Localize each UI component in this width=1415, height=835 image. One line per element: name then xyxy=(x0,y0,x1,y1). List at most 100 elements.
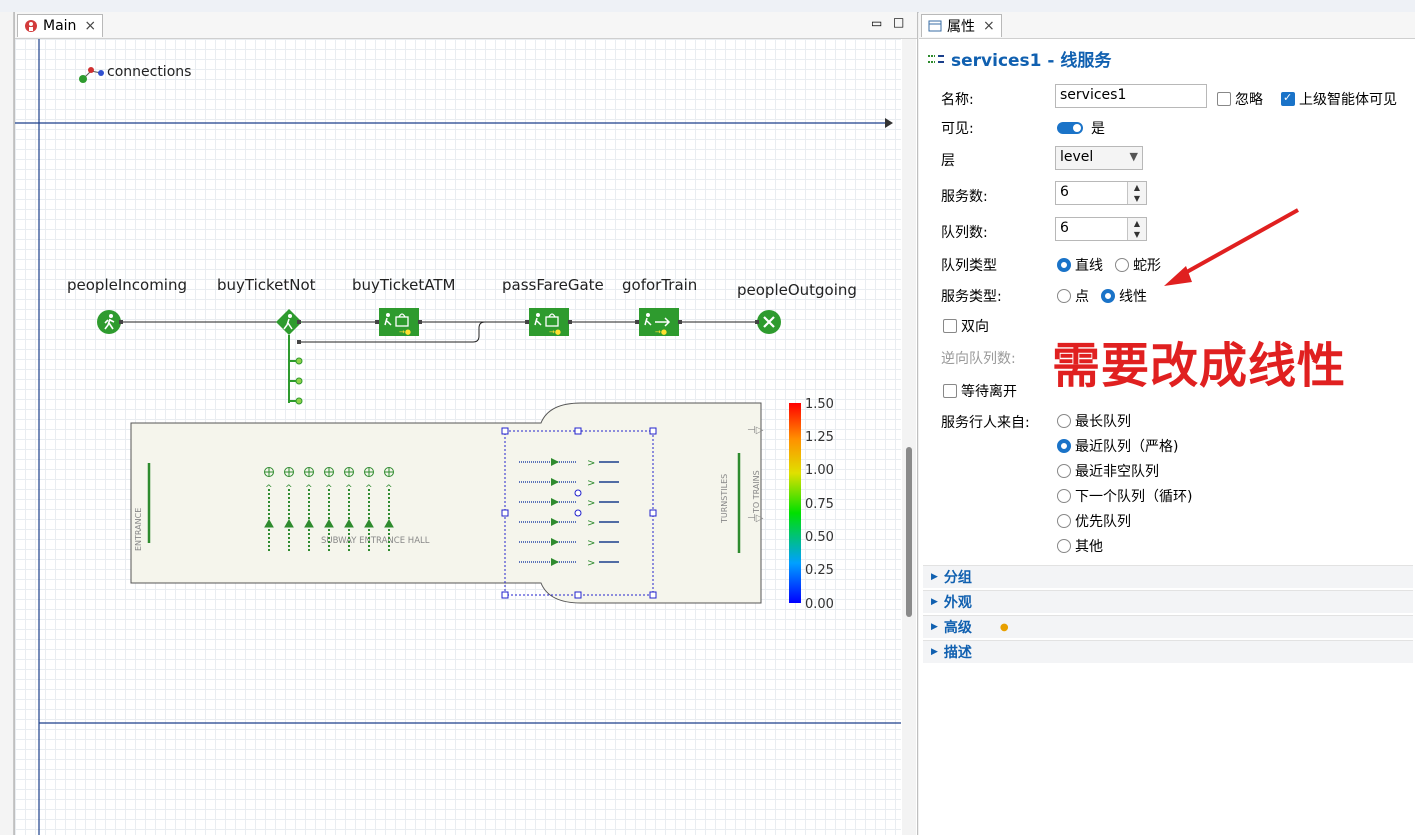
name-field[interactable]: services1 xyxy=(1055,84,1207,108)
serve-from-nearest-nonempty-radio[interactable]: 最近非空队列 xyxy=(1057,461,1159,481)
ped-source-icon xyxy=(97,310,123,334)
bidirectional-label: 双向 xyxy=(961,319,989,335)
line-service-icon xyxy=(928,54,944,63)
radio-dot[interactable] xyxy=(1057,489,1071,503)
serve-from-other-radio[interactable]: 其他 xyxy=(1057,536,1103,556)
bidirectional-checkbox-box[interactable] xyxy=(943,319,957,333)
properties-panel: 属性 × services1 - 线服务 名称: services1 忽略 上级… xyxy=(919,12,1415,835)
queue-type-label: 队列类型 xyxy=(941,258,997,274)
svg-text:→●: →● xyxy=(655,328,667,336)
radio-dot[interactable] xyxy=(1057,514,1071,528)
expand-arrow-icon: ▶ xyxy=(931,597,938,607)
visible-upper-checkbox[interactable]: 上级智能体可见 xyxy=(1281,89,1397,109)
block-label-buyTicketNot: buyTicketNot xyxy=(217,276,316,294)
properties-icon xyxy=(928,20,942,32)
props-title: services1 - 线服务 xyxy=(927,46,1111,71)
visible-toggle-row[interactable]: 是 xyxy=(1057,118,1105,138)
ped-goto-icon: →● xyxy=(635,308,682,336)
block-label-peopleIncoming: peopleIncoming xyxy=(67,276,187,294)
canvas-drawing: connections peopleIncoming buyTicketNot … xyxy=(15,39,901,835)
radio-dot[interactable] xyxy=(1057,539,1071,553)
service-type-point-label: 点 xyxy=(1075,289,1089,305)
radio-dot[interactable] xyxy=(1057,439,1071,453)
block-label-goforTrain: goforTrain xyxy=(622,276,697,294)
scrollbar-thumb[interactable] xyxy=(906,447,912,617)
wait-leave-label: 等待离开 xyxy=(961,384,1017,400)
section-grouping[interactable]: ▶ 分组 xyxy=(923,565,1413,588)
service-type-linear-radio[interactable]: 线性 xyxy=(1101,286,1147,306)
close-icon[interactable]: × xyxy=(84,18,96,34)
close-icon[interactable]: × xyxy=(983,18,995,34)
serve-from-nearest-strict-radio[interactable]: 最近队列（严格) xyxy=(1057,436,1178,456)
ignore-checkbox[interactable]: 忽略 xyxy=(1217,89,1263,109)
tab-properties[interactable]: 属性 × xyxy=(921,14,1002,37)
lightbulb-icon: ● xyxy=(999,621,1009,633)
maximize-icon[interactable]: □ xyxy=(893,15,904,29)
radio-dot[interactable] xyxy=(1057,464,1071,478)
hall-label: SUBWAY ENTRANCE HALL xyxy=(321,536,430,546)
radio-dot[interactable] xyxy=(1057,414,1071,428)
radio-dot[interactable] xyxy=(1057,258,1071,272)
bidirectional-checkbox[interactable]: 双向 xyxy=(943,316,989,336)
svg-text:>: > xyxy=(587,538,595,549)
vertical-scrollbar[interactable] xyxy=(902,39,916,835)
arrow-head-icon xyxy=(885,118,893,128)
service-type-linear-label: 线性 xyxy=(1119,289,1147,305)
tab-main[interactable]: Main × xyxy=(17,14,104,37)
reverse-queue-label: 逆向队列数: xyxy=(941,351,1016,367)
serve-from-priority-radio[interactable]: 优先队列 xyxy=(1057,511,1131,531)
layer-value: level xyxy=(1060,149,1094,165)
density-legend-ticks: 1.50 1.25 1.00 0.75 0.50 0.25 0.00 xyxy=(805,397,834,612)
expand-arrow-icon: ▶ xyxy=(931,622,938,632)
section-label: 高级 xyxy=(943,620,972,636)
svg-text:^: ^ xyxy=(265,484,273,494)
visible-toggle[interactable] xyxy=(1057,122,1083,134)
ignore-label: 忽略 xyxy=(1235,92,1263,108)
services-count-stepper[interactable]: 6 ▲ ▼ xyxy=(1055,181,1147,205)
wait-leave-checkbox[interactable]: 等待离开 xyxy=(943,381,1017,401)
subway-hall-area xyxy=(130,402,762,604)
spinner-icon[interactable]: ▲ ▼ xyxy=(1127,182,1146,204)
section-advanced[interactable]: ▶ 高级 ● xyxy=(923,615,1413,638)
service-type-point-radio[interactable]: 点 xyxy=(1057,286,1089,306)
serve-from-option-label: 最近队列（严格) xyxy=(1075,439,1179,455)
section-appearance[interactable]: ▶ 外观 xyxy=(923,590,1413,613)
radio-dot[interactable] xyxy=(1115,258,1129,272)
connections-label: connections xyxy=(107,64,191,80)
radio-dot[interactable] xyxy=(1057,289,1071,303)
queue-type-straight-radio[interactable]: 直线 xyxy=(1057,255,1103,275)
legend-tick: 1.25 xyxy=(805,430,834,445)
radio-dot[interactable] xyxy=(1101,289,1115,303)
serve-from-option-label: 下一个队列（循环) xyxy=(1075,489,1193,505)
spinner-icon[interactable]: ▲ ▼ xyxy=(1127,218,1146,240)
visible-upper-checkbox-box[interactable] xyxy=(1281,91,1295,106)
agent-icon xyxy=(25,20,37,32)
expand-arrow-icon: ▶ xyxy=(931,647,938,657)
svg-text:→●: →● xyxy=(549,328,561,336)
svg-text:^: ^ xyxy=(305,484,313,494)
ignore-checkbox-box[interactable] xyxy=(1217,92,1231,106)
expand-arrow-icon: ▶ xyxy=(931,572,938,582)
serve-from-next-cyclic-radio[interactable]: 下一个队列（循环) xyxy=(1057,486,1192,506)
density-legend-bar xyxy=(789,403,801,603)
svg-text:^: ^ xyxy=(325,484,333,494)
section-label: 分组 xyxy=(943,570,972,586)
serve-from-option-label: 优先队列 xyxy=(1075,514,1131,530)
arrow-right-icon: ⊣▷ xyxy=(747,425,764,436)
block-label-passFareGate: passFareGate xyxy=(502,276,604,294)
section-label: 外观 xyxy=(943,595,972,611)
model-canvas[interactable]: connections peopleIncoming buyTicketNot … xyxy=(15,39,901,835)
annotation-text: 需要改成线性 xyxy=(1052,338,1347,394)
section-description[interactable]: ▶ 描述 xyxy=(923,640,1413,663)
svg-text:>: > xyxy=(587,558,595,569)
queues-count-stepper[interactable]: 6 ▲ ▼ xyxy=(1055,217,1147,241)
entrance-label: ENTRANCE xyxy=(134,508,143,551)
ped-service-icon: →● xyxy=(375,308,422,336)
minimize-icon[interactable]: ▭ xyxy=(871,16,882,30)
layer-select[interactable]: level ▼ xyxy=(1055,146,1143,170)
wait-leave-checkbox-box[interactable] xyxy=(943,384,957,398)
to-trains-label: TO TRAINS xyxy=(752,470,761,514)
block-label-peopleOutgoing: peopleOutgoing xyxy=(737,281,857,299)
serve-from-longest-radio[interactable]: 最长队列 xyxy=(1057,411,1131,431)
svg-text:>: > xyxy=(587,518,595,529)
